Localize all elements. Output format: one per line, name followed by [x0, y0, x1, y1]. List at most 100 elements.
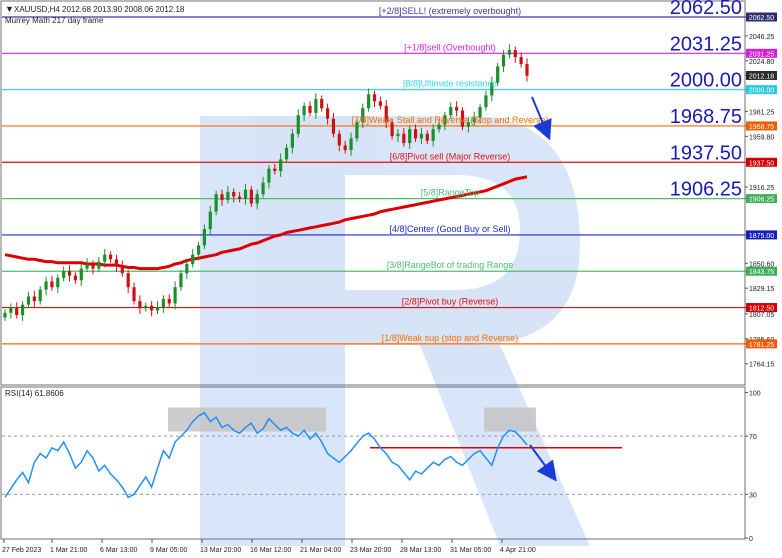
murrey-level-label: [5/8]RangeTop — [421, 188, 480, 198]
candle-body — [402, 133, 406, 144]
candle-body — [126, 273, 130, 288]
candle-body — [437, 124, 441, 130]
rsi-overbought-highlight — [168, 407, 326, 432]
candle-body — [50, 281, 54, 288]
candle-body — [208, 211, 212, 230]
candle-body — [484, 95, 488, 108]
murrey-level-label: [8/8]Ultimate resistance — [403, 79, 497, 89]
candle-body — [261, 182, 265, 195]
price-level-badge-text: 1906.25 — [749, 197, 774, 204]
candle-body — [273, 168, 277, 171]
murrey-level-label: [7/8]Weak, Stall and Reverse (Stop and R… — [352, 115, 549, 125]
candle-body — [337, 133, 341, 146]
candle-body — [519, 57, 523, 65]
y-axis-tick-label: 1916.25 — [749, 185, 774, 192]
candle-body — [196, 245, 201, 255]
price-level-badge-text: 1937.50 — [749, 160, 774, 167]
candle-body — [120, 266, 124, 274]
rsi-y-tick-label: 70 — [749, 434, 757, 441]
murrey-level-label: [1/8]Weak sup (stop and Reverse) — [382, 333, 518, 343]
candle-body — [455, 107, 459, 111]
price-level-badge-text: 2062.50 — [749, 15, 774, 22]
candle-body — [103, 254, 107, 262]
rsi-y-tick-label: 30 — [749, 492, 757, 499]
big-level-label: 1937.50 — [670, 142, 742, 164]
price-level-badge-text: 1968.75 — [749, 124, 774, 131]
candle-body — [132, 287, 136, 302]
x-axis-tick-label: 23 Mar 20:00 — [350, 547, 391, 554]
candle-body — [97, 261, 101, 269]
candle-body — [220, 194, 224, 201]
y-axis-tick-label: 1829.15 — [749, 286, 774, 293]
y-axis-tick-label: 1764.15 — [749, 362, 774, 369]
x-axis-tick-label: 9 Mar 05:00 — [150, 547, 187, 554]
candle-body — [226, 191, 230, 201]
candle-body — [191, 254, 195, 264]
murrey-level-label: [4/8]Center (Good Buy or Sell) — [389, 224, 510, 234]
big-level-label: 1968.75 — [670, 106, 742, 128]
x-axis-tick-label: 21 Mar 04:00 — [300, 547, 341, 554]
candle-body — [320, 98, 324, 109]
current-price-badge-text: 2012.18 — [749, 73, 774, 80]
candle-body — [249, 189, 253, 204]
candle-body — [202, 229, 207, 246]
candle-body — [155, 306, 160, 311]
x-axis-tick-label: 13 Mar 20:00 — [200, 547, 241, 554]
price-level-badge-text: 2031.25 — [749, 51, 774, 58]
chart-header-symbol: XAUUSD,H4 2012.68 2013.90 2008.06 2012.1… — [14, 5, 185, 14]
y-axis-tick-label: 2024.80 — [749, 59, 774, 66]
candle-body — [20, 304, 25, 316]
candle-body — [343, 145, 347, 151]
rsi-overbought-highlight — [484, 407, 536, 432]
candle-body — [214, 194, 218, 212]
y-axis-tick-label: 1807.05 — [749, 312, 774, 319]
rsi-y-tick-label: 0 — [749, 536, 753, 543]
candle-body — [425, 133, 429, 141]
y-axis-tick-label: 1959.80 — [749, 134, 774, 141]
price-level-badge-text: 1781.25 — [749, 342, 774, 349]
candle-body — [507, 50, 512, 55]
candle-body — [56, 277, 60, 288]
candle-body — [408, 129, 412, 144]
murrey-level-label: [+1/8]sell (Overbought) — [404, 42, 496, 52]
candle-body — [378, 101, 382, 106]
candle-body — [302, 105, 306, 116]
candle-body — [38, 289, 42, 302]
candle-body — [167, 298, 171, 304]
candle-body — [525, 64, 529, 76]
candle-body — [85, 263, 89, 269]
candle-body — [62, 270, 66, 278]
x-axis-tick-label: 4 Apr 21:00 — [500, 547, 536, 554]
murrey-level-label: [2/8]Pivot buy (Reverse) — [402, 297, 499, 307]
candle-body — [331, 118, 336, 134]
murrey-level-label: [3/8]RangeBot of trading Range — [387, 260, 514, 270]
candle-body — [314, 98, 318, 113]
price-level-badge-text: 1812.50 — [749, 306, 774, 313]
candle-body — [144, 305, 148, 309]
candle-body — [185, 263, 189, 274]
candle-body — [108, 254, 113, 260]
candle-body — [32, 296, 36, 302]
candle-body — [367, 94, 371, 109]
candle-body — [413, 129, 418, 139]
candle-body — [372, 94, 377, 102]
candle-body — [179, 273, 183, 288]
candle-body — [279, 159, 283, 171]
candle-body — [419, 133, 424, 139]
x-axis-tick-label: 6 Mar 13:00 — [100, 547, 137, 554]
chart-header-arrow-icon: ▼ — [5, 4, 14, 14]
x-axis-tick-label: 1 Mar 21:00 — [50, 547, 87, 554]
big-level-label: 2031.25 — [670, 33, 742, 55]
murrey-level-label: [+2/8]SELL! (extremely overbought) — [379, 6, 521, 16]
price-level-badge-text: 1843.75 — [749, 269, 774, 276]
candle-body — [161, 298, 165, 307]
rsi-y-tick-label: 100 — [749, 391, 761, 398]
candle-body — [238, 196, 242, 199]
big-level-label: 2062.50 — [670, 0, 742, 19]
candle-body — [44, 281, 48, 290]
candle-body — [501, 54, 506, 67]
x-axis-tick-label: 31 Mar 05:00 — [450, 547, 491, 554]
candle-body — [79, 268, 83, 281]
candle-body — [308, 105, 312, 113]
candle-body — [290, 133, 294, 148]
